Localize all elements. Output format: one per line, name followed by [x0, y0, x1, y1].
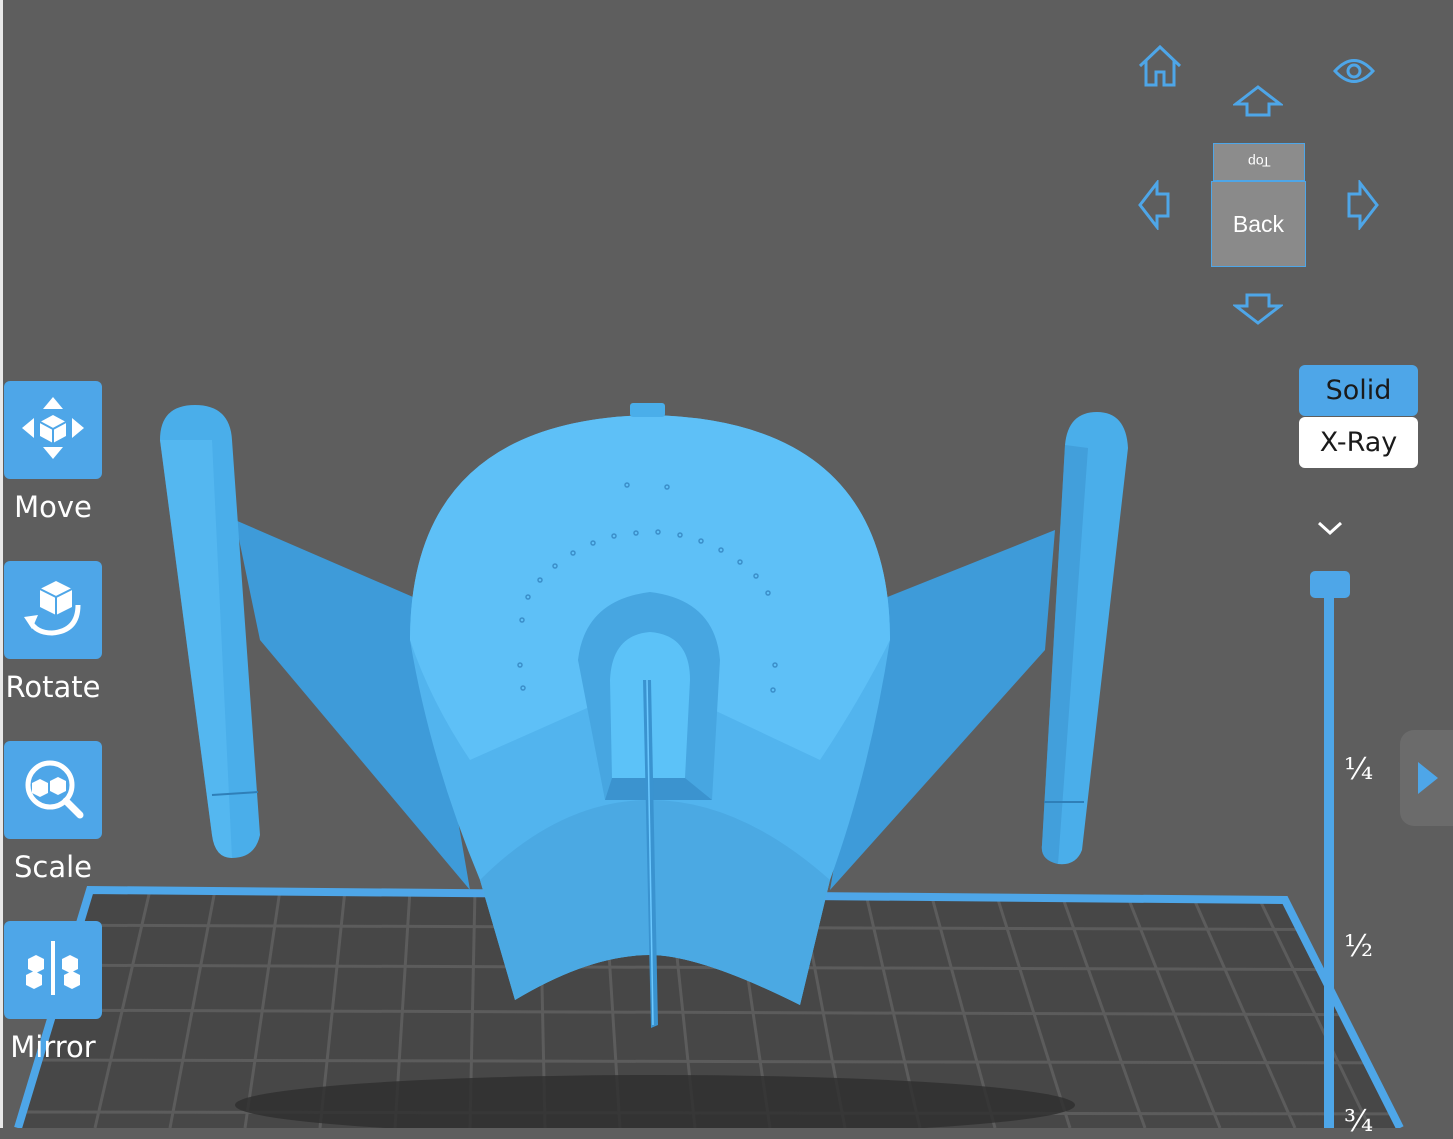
- view-cube-top-face[interactable]: Top: [1213, 143, 1305, 181]
- solid-mode-button[interactable]: Solid: [1299, 365, 1418, 416]
- scale-tool[interactable]: Scale: [4, 741, 102, 884]
- rotate-icon: [20, 575, 86, 646]
- side-panel-toggle[interactable]: [1400, 730, 1453, 826]
- rotate-label: Rotate: [5, 670, 101, 704]
- rotate-button[interactable]: [4, 561, 102, 659]
- view-cube-front-face[interactable]: Back: [1211, 181, 1306, 267]
- triangle-right-icon: [1416, 760, 1440, 801]
- scale-icon: [20, 755, 86, 826]
- move-icon: [20, 395, 86, 466]
- mirror-icon: [20, 935, 86, 1006]
- window-edge: [0, 0, 3, 1128]
- move-tool[interactable]: Move: [4, 381, 102, 524]
- rotate-tool[interactable]: Rotate: [4, 561, 102, 704]
- layer-slider-track[interactable]: [1324, 590, 1334, 1128]
- eye-icon[interactable]: [1332, 56, 1376, 91]
- arrow-up-icon[interactable]: [1231, 84, 1285, 123]
- mirror-label: Mirror: [10, 1030, 96, 1064]
- arrow-right-icon[interactable]: [1346, 178, 1380, 235]
- home-icon[interactable]: [1137, 44, 1183, 93]
- move-label: Move: [14, 490, 92, 524]
- xray-mode-button[interactable]: X-Ray: [1299, 417, 1418, 468]
- arrow-left-icon[interactable]: [1137, 178, 1171, 235]
- view-cube[interactable]: Top Back: [1211, 143, 1306, 267]
- mirror-button[interactable]: [4, 921, 102, 1019]
- arrow-down-icon[interactable]: [1231, 292, 1285, 331]
- move-button[interactable]: [4, 381, 102, 479]
- chevron-down-icon[interactable]: [1316, 518, 1344, 543]
- tick-label-half: ½: [1344, 929, 1374, 964]
- scale-button[interactable]: [4, 741, 102, 839]
- layer-slider-handle[interactable]: [1310, 571, 1350, 598]
- tick-label-quarter: ¼: [1344, 752, 1374, 787]
- mirror-tool[interactable]: Mirror: [4, 921, 102, 1064]
- scale-label: Scale: [13, 850, 93, 884]
- tick-label-three-quarter: ¾: [1344, 1104, 1374, 1139]
